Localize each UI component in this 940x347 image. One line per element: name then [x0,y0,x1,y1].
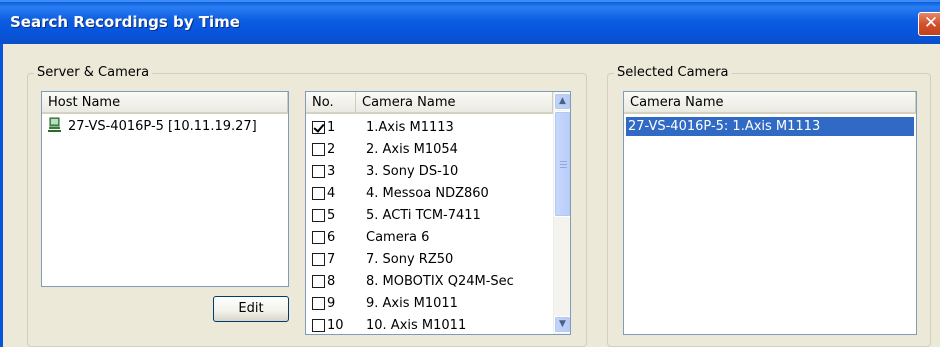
host-name-column-header[interactable]: Host Name [42,92,288,114]
camera-name: 1.Axis M1113 [366,120,454,135]
server-camera-legend: Server & Camera [34,65,153,81]
camera-name: 5. ACTi TCM-7411 [366,208,481,223]
scroll-grip [560,167,567,168]
camera-checkbox[interactable] [312,209,325,222]
camera-name: 4. Messoa NDZ860 [366,186,489,201]
camera-list[interactable]: No. Camera Name 1 1.Axis M1113 2 2. Axis… [305,91,571,335]
camera-name: 8. MOBOTIX Q24M-Sec [366,274,514,289]
camera-no: 7 [327,252,336,267]
scroll-up-button[interactable]: ▲ [554,93,570,110]
chevron-up-icon: ▲ [559,96,566,106]
host-list[interactable]: Host Name 27-VS-4016P-5 [10.11.19.27] [41,91,289,287]
camera-no: 2 [327,142,336,157]
camera-checkbox[interactable] [312,231,325,244]
camera-no: 8 [327,274,336,289]
camera-checkbox[interactable] [312,165,325,178]
camera-list-scrollbar[interactable]: ▲ ▼ [553,92,570,334]
host-label: 27-VS-4016P-5 [10.11.19.27] [68,119,257,134]
scroll-down-button[interactable]: ▼ [554,316,570,333]
scroll-grip [560,164,567,165]
scroll-thumb[interactable] [554,111,570,217]
camera-name: 3. Sony DS-10 [366,164,459,179]
camera-no: 3 [327,164,336,179]
host-item[interactable]: 27-VS-4016P-5 [10.11.19.27] [44,117,257,137]
camera-no: 10 [327,318,344,333]
chevron-down-icon: ▼ [559,319,566,329]
camera-checkbox[interactable] [312,143,325,156]
window-title: Search Recordings by Time [10,13,240,31]
camera-no: 6 [327,230,336,245]
dialog-body: Server & Camera Host Name 27-VS-4016P-5 … [0,44,940,347]
camera-name: 2. Axis M1054 [366,142,458,157]
no-column-header[interactable]: No. [306,92,356,114]
camera-name: 7. Sony RZ50 [366,252,454,267]
camera-checkbox[interactable] [312,253,325,266]
server-icon [48,117,62,133]
close-icon: ✕ [923,13,939,33]
scroll-grip [560,161,567,162]
camera-checkbox[interactable] [312,187,325,200]
camera-checkbox[interactable] [312,297,325,310]
camera-checkbox[interactable] [312,319,325,332]
camera-no: 9 [327,296,336,311]
selected-camera-name-column-header[interactable]: Camera Name [624,92,916,114]
close-button[interactable]: ✕ [918,12,940,36]
camera-no: 5 [327,208,336,223]
selected-camera-legend: Selected Camera [614,65,732,81]
camera-name: 9. Axis M1011 [366,296,458,311]
title-bar[interactable]: Search Recordings by Time ✕ [0,0,940,44]
camera-name: Camera 6 [366,230,430,245]
camera-no: 4 [327,186,336,201]
camera-checkbox[interactable] [312,121,325,134]
camera-no: 1 [327,120,336,135]
camera-name: 10. Axis M1011 [366,318,467,333]
camera-checkbox[interactable] [312,275,325,288]
selected-camera-item[interactable]: 27-VS-4016P-5: 1.Axis M1113 [626,117,914,136]
selected-camera-list[interactable]: Camera Name 27-VS-4016P-5: 1.Axis M1113 [623,91,917,335]
edit-button[interactable]: Edit [213,296,289,322]
camera-name-column-header[interactable]: Camera Name [356,92,553,114]
